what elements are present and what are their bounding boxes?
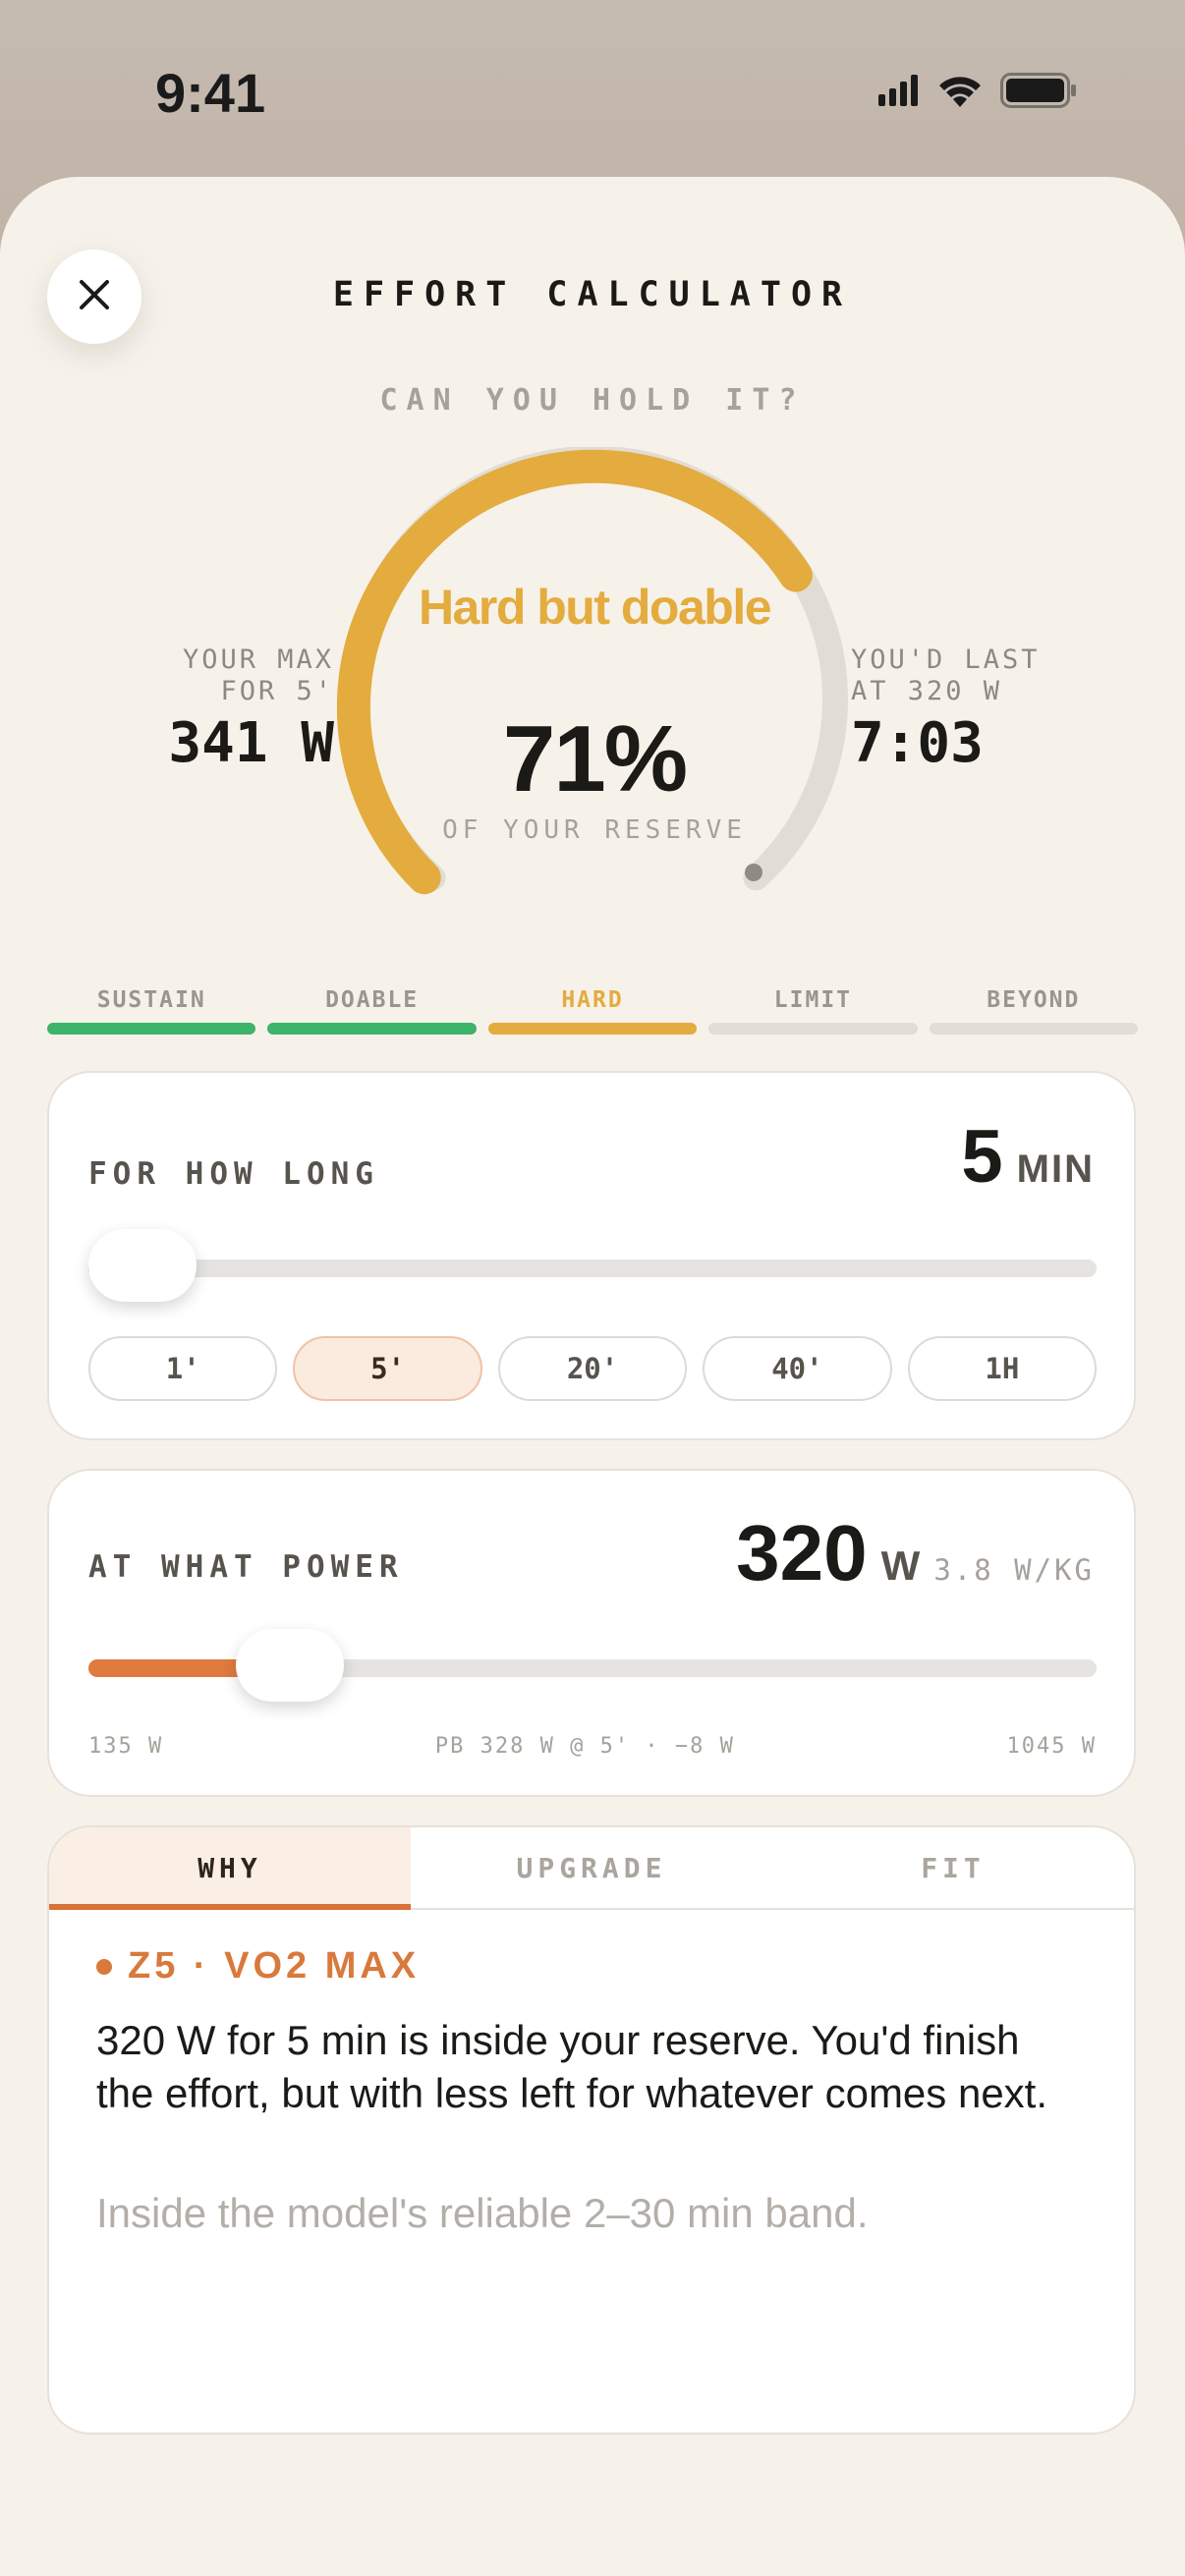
zone-label: BEYOND [987, 987, 1081, 1013]
duration-card: FOR HOW LONG 5 MIN 1' 5' 20' 40' 1H [47, 1071, 1136, 1440]
status-icons [878, 73, 1077, 113]
power-slider[interactable] [88, 1629, 1097, 1702]
power-slider-thumb[interactable] [236, 1629, 345, 1702]
reserve-percent: 71% [502, 706, 688, 812]
last-label-line1: YOU'D LAST [851, 644, 1041, 675]
duration-unit: MIN [1016, 1148, 1095, 1191]
max-power-label-line2: FOR 5' [220, 676, 334, 706]
power-unit: W [880, 1542, 921, 1589]
explanation-tabs: WHY UPGRADE FIT [49, 1827, 1134, 1910]
zone-bar [267, 1023, 477, 1035]
gauge-verdict: Hard but doable [418, 580, 772, 635]
explanation-card: WHY UPGRADE FIT Z5 · VO2 MAX 320 W for 5… [47, 1825, 1136, 2435]
zone-label: SUSTAIN [96, 987, 206, 1013]
duration-slider[interactable] [88, 1229, 1097, 1302]
zone-dot-icon [96, 1958, 112, 1975]
tab-upgrade[interactable]: UPGRADE [411, 1827, 772, 1908]
power-value: 320 [736, 1509, 868, 1596]
power-card: AT WHAT POWER 320 W 3.8 W/KG 135 W PB 32… [47, 1469, 1136, 1797]
gauge-question: CAN YOU HOLD IT? [379, 383, 806, 418]
duration-label: FOR HOW LONG [88, 1156, 379, 1192]
max-power-stat: YOUR MAX FOR 5' 341 W [168, 644, 334, 775]
tab-why[interactable]: WHY [49, 1827, 411, 1910]
power-range: 135 W PB 328 W @ 5' · −8 W 1045 W [88, 1734, 1097, 1759]
preset-1-hour[interactable]: 1H [907, 1336, 1098, 1401]
duration-readout: 5 MIN [961, 1114, 1095, 1200]
signal-icon [878, 75, 920, 111]
zone-bar [47, 1023, 256, 1035]
max-power-value: 341 W [168, 711, 334, 775]
zone-tag: Z5 · VO2 MAX [96, 1945, 420, 1988]
duration-value: 5 [961, 1115, 1003, 1199]
status-time: 9:41 [155, 62, 266, 124]
power-readout: 320 W 3.8 W/KG [736, 1508, 1095, 1598]
power-pb-label: PB 328 W @ 5' · −8 W [434, 1734, 735, 1759]
zone-doable: DOABLE [267, 987, 477, 1035]
duration-presets: 1' 5' 20' 40' 1H [88, 1336, 1098, 1401]
battery-icon [1000, 73, 1077, 113]
preset-1-min[interactable]: 1' [88, 1336, 278, 1401]
last-value: 7:03 [851, 711, 984, 775]
zone-bar [487, 1023, 698, 1035]
zone-label: LIMIT [773, 987, 853, 1013]
power-label: AT WHAT POWER [88, 1549, 404, 1585]
zone-bar [708, 1023, 918, 1035]
wifi-icon [937, 74, 983, 112]
zone-bar [929, 1023, 1139, 1035]
page-title: EFFORT CALCULATOR [332, 275, 853, 314]
zone-beyond: BEYOND [929, 987, 1139, 1035]
preset-5-min[interactable]: 5' [293, 1336, 482, 1401]
zone-hard: HARD [487, 987, 698, 1035]
gauge-caption: OF YOUR RESERVE [442, 815, 747, 845]
power-max-label: 1045 W [1006, 1734, 1097, 1759]
zone-label: HARD [561, 987, 624, 1013]
power-per-kg: 3.8 W/KG [933, 1553, 1095, 1587]
zone-scale: SUSTAIN DOABLE HARD LIMIT BEYOND [47, 987, 1139, 1035]
zone-limit: LIMIT [708, 987, 918, 1035]
preset-40-min[interactable]: 40' [703, 1336, 892, 1401]
time-to-exhaustion-stat: YOU'D LAST AT 320 W 7:03 [851, 644, 1041, 775]
why-note: Inside the model's reliable 2–30 min ban… [96, 2190, 869, 2236]
preset-20-min[interactable]: 20' [497, 1336, 688, 1401]
last-label-line2: AT 320 W [851, 676, 1003, 706]
power-min-label: 135 W [88, 1734, 164, 1759]
zone-sustain: SUSTAIN [47, 987, 256, 1035]
max-power-label-line1: YOUR MAX [182, 644, 334, 675]
tab-fit[interactable]: FIT [772, 1827, 1134, 1908]
gauge-end-dot [745, 864, 762, 881]
why-explanation: 320 W for 5 min is inside your reserve. … [96, 2017, 1048, 2116]
duration-slider-thumb[interactable] [88, 1229, 197, 1302]
zone-tag-label: Z5 · VO2 MAX [128, 1945, 421, 1987]
zone-label: DOABLE [325, 987, 420, 1013]
